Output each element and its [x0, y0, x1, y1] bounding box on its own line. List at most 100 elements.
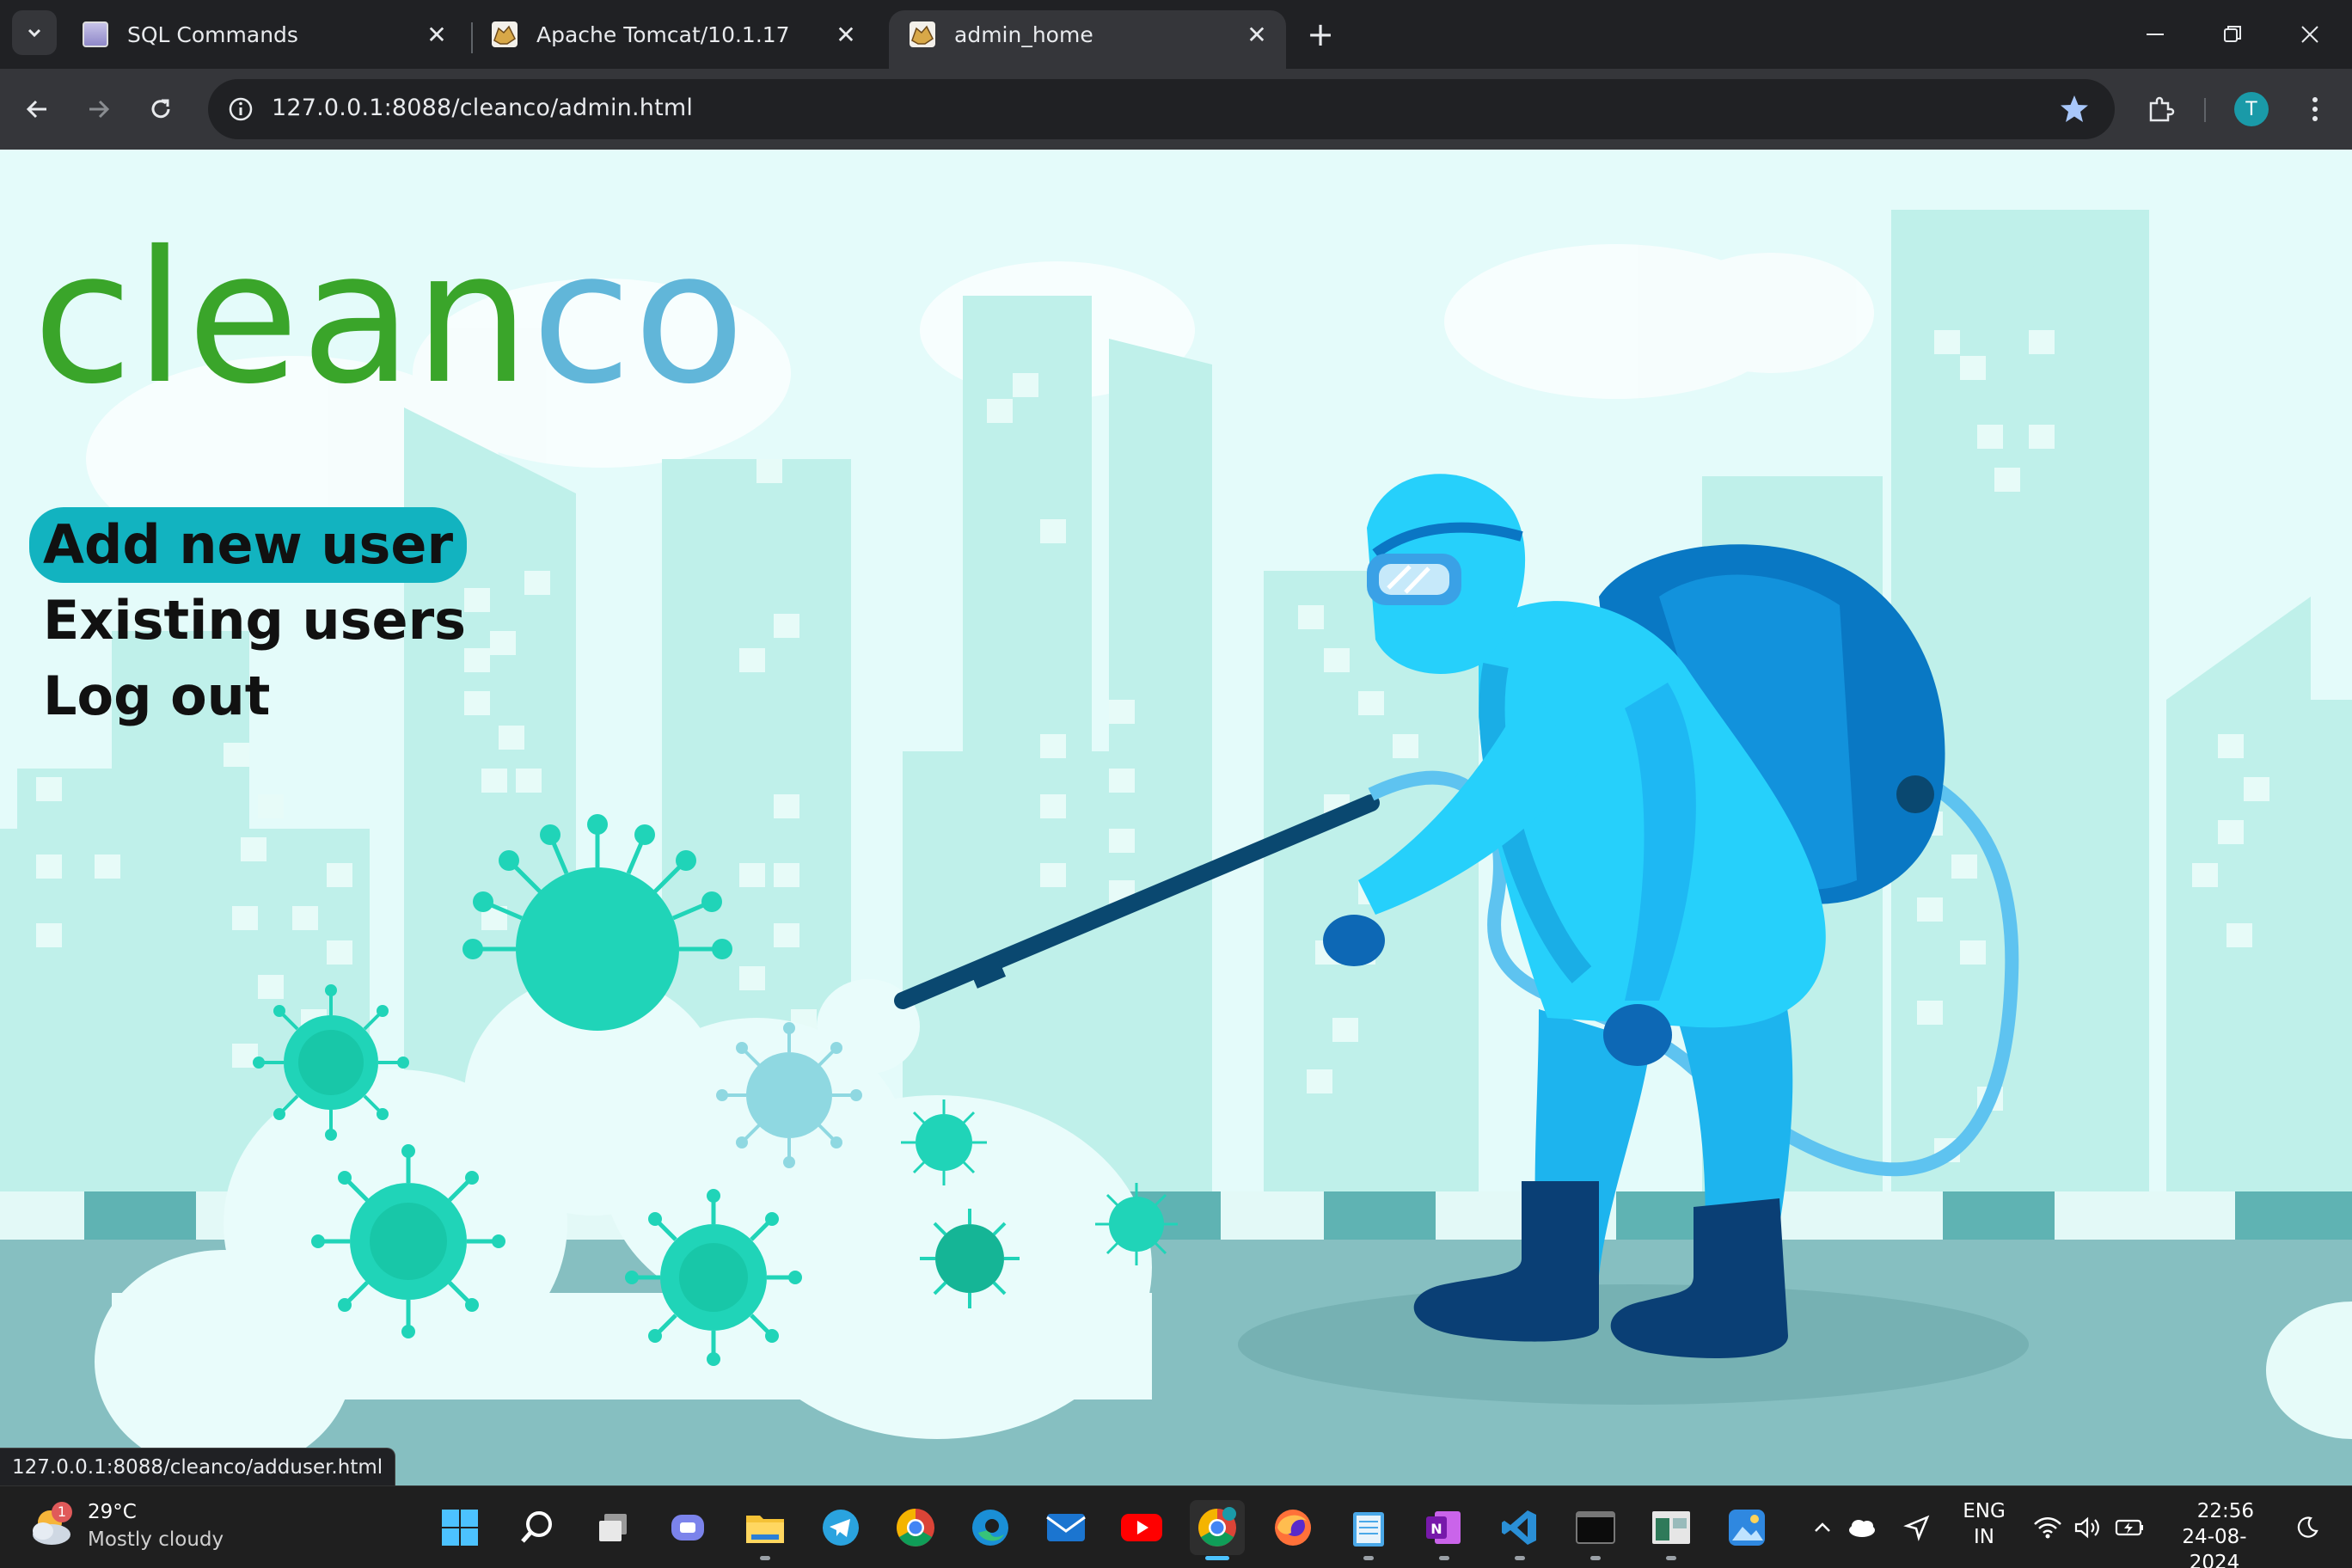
- tab-apache-tomcat[interactable]: Apache Tomcat/10.1.17 ✕: [471, 10, 875, 69]
- sql-page-favicon: [83, 21, 108, 47]
- location-arrow-icon: [1903, 1515, 1930, 1541]
- search-icon: [521, 1511, 552, 1543]
- browser-toolbar: 127.0.0.1:8088/cleanco/admin.html T: [0, 69, 2352, 150]
- minimize-button[interactable]: [2116, 0, 2194, 69]
- taskbar: 1 29°C Mostly cloudy N ENG IN 22:56 24-0…: [0, 1485, 2352, 1568]
- url-text[interactable]: 127.0.0.1:8088/cleanco/admin.html: [272, 95, 693, 121]
- clock[interactable]: 22:56 24-08-2024: [2163, 1498, 2266, 1568]
- tab-strip: SQL Commands ✕ Apache Tomcat/10.1.17 ✕ a…: [0, 0, 2352, 69]
- tab-title: admin_home: [954, 21, 1093, 47]
- reload-button[interactable]: [138, 86, 184, 132]
- task-view-icon: [599, 1514, 627, 1541]
- language-code: ENG: [1963, 1500, 2006, 1522]
- menu-item-log-out[interactable]: Log out: [29, 658, 480, 734]
- taskbar-chrome[interactable]: [888, 1500, 943, 1555]
- bookmark-star-icon[interactable]: [2056, 91, 2092, 127]
- close-icon[interactable]: ✕: [1245, 21, 1269, 49]
- svg-text:N: N: [1430, 1521, 1442, 1537]
- onenote-icon: N: [1426, 1511, 1461, 1544]
- wifi-tray[interactable]: [2030, 1500, 2065, 1555]
- taskbar-chat[interactable]: [660, 1500, 715, 1555]
- taskbar-telegram[interactable]: [813, 1500, 868, 1555]
- site-info-icon[interactable]: [220, 89, 261, 130]
- clock-date: 24-08-2024: [2182, 1526, 2247, 1568]
- notifications-button[interactable]: [2290, 1500, 2324, 1555]
- taskbar-edge[interactable]: [963, 1500, 1018, 1555]
- chrome-icon: [897, 1509, 934, 1547]
- extensions-button[interactable]: [2137, 86, 2184, 132]
- onedrive-tray[interactable]: [1845, 1500, 1879, 1555]
- close-icon: [2301, 26, 2318, 43]
- restore-button[interactable]: [2194, 0, 2271, 69]
- start-button[interactable]: [432, 1500, 487, 1555]
- wifi-icon: [2034, 1517, 2061, 1539]
- taskbar-vscode[interactable]: [1492, 1500, 1547, 1560]
- input-language-indicator[interactable]: ENG IN: [1958, 1498, 2010, 1550]
- vscode-icon: [1502, 1510, 1536, 1545]
- toolbar-divider: [2204, 98, 2206, 122]
- restore-icon: [2224, 26, 2241, 42]
- tab-title: Apache Tomcat/10.1.17: [536, 21, 790, 47]
- image-viewer-icon: [1652, 1511, 1690, 1544]
- tab-sql-commands[interactable]: SQL Commands ✕: [62, 10, 466, 69]
- tab-search-button[interactable]: [12, 10, 57, 55]
- taskbar-photos[interactable]: [1719, 1500, 1774, 1555]
- admin-menu: Add new user Existing users Log out: [29, 507, 480, 734]
- moon-icon: [2297, 1516, 2318, 1538]
- menu-item-existing-users[interactable]: Existing users: [29, 583, 480, 658]
- reload-icon: [151, 99, 170, 119]
- new-tab-button[interactable]: +: [1303, 14, 1338, 55]
- puzzle-icon: [2149, 96, 2175, 122]
- tomcat-favicon: [492, 21, 518, 47]
- tab-admin-home[interactable]: admin_home ✕: [889, 10, 1286, 69]
- cloudy-weather-icon: 1: [26, 1500, 77, 1552]
- arrow-right-icon: [89, 100, 110, 119]
- terminal-icon: [1576, 1511, 1615, 1544]
- page-viewport: cleanco Add new user Existing users Log …: [0, 150, 2352, 1485]
- file-explorer-icon: [746, 1516, 784, 1543]
- close-window-button[interactable]: [2271, 0, 2349, 69]
- avatar: T: [2234, 92, 2269, 126]
- taskbar-notepad[interactable]: [1341, 1500, 1396, 1560]
- weather-widget[interactable]: 1 29°C Mostly cloudy: [26, 1498, 224, 1553]
- chevron-up-icon: [1815, 1522, 1830, 1532]
- cleanco-logo: cleanco: [33, 227, 746, 409]
- taskbar-file-explorer[interactable]: [738, 1500, 793, 1560]
- taskbar-onenote[interactable]: N: [1417, 1500, 1472, 1560]
- taskbar-chrome-profile[interactable]: [1190, 1500, 1245, 1560]
- close-icon[interactable]: ✕: [425, 21, 449, 49]
- show-hidden-icons-button[interactable]: [1805, 1500, 1840, 1555]
- chat-icon: [671, 1515, 704, 1540]
- taskbar-firefox[interactable]: [1265, 1500, 1320, 1555]
- weather-badge: 1: [52, 1502, 72, 1522]
- taskbar-image-viewer[interactable]: [1644, 1500, 1699, 1560]
- weather-condition: Mostly cloudy: [88, 1528, 224, 1551]
- profile-button[interactable]: T: [2228, 86, 2275, 132]
- battery-charging-icon: [2115, 1519, 2143, 1536]
- chrome-profile-icon: [1198, 1507, 1236, 1547]
- logo-text-blue: co: [531, 211, 747, 424]
- edge-icon: [972, 1510, 1008, 1546]
- location-tray[interactable]: [1900, 1500, 1934, 1555]
- taskbar-search-button[interactable]: [510, 1500, 565, 1555]
- volume-tray[interactable]: [2070, 1500, 2104, 1555]
- taskbar-terminal[interactable]: [1568, 1500, 1623, 1560]
- logo-text-green: clean: [33, 211, 532, 424]
- forward-button[interactable]: [76, 86, 122, 132]
- address-bar[interactable]: 127.0.0.1:8088/cleanco/admin.html: [208, 79, 2115, 139]
- close-icon[interactable]: ✕: [834, 21, 858, 49]
- cloud-icon: [1849, 1520, 1875, 1537]
- taskbar-mail[interactable]: [1038, 1500, 1093, 1555]
- arrow-left-icon: [26, 100, 46, 119]
- taskbar-youtube[interactable]: [1114, 1500, 1169, 1555]
- tomcat-favicon: [910, 21, 935, 47]
- notepad-icon: [1353, 1512, 1384, 1547]
- back-button[interactable]: [14, 86, 60, 132]
- menu-button[interactable]: [2292, 86, 2338, 132]
- firefox-icon: [1275, 1510, 1311, 1546]
- clock-time: 22:56: [2196, 1500, 2254, 1522]
- menu-item-add-new-user[interactable]: Add new user: [29, 507, 468, 583]
- battery-tray[interactable]: [2113, 1500, 2147, 1555]
- speaker-icon: [2074, 1516, 2099, 1539]
- task-view-button[interactable]: [585, 1500, 640, 1555]
